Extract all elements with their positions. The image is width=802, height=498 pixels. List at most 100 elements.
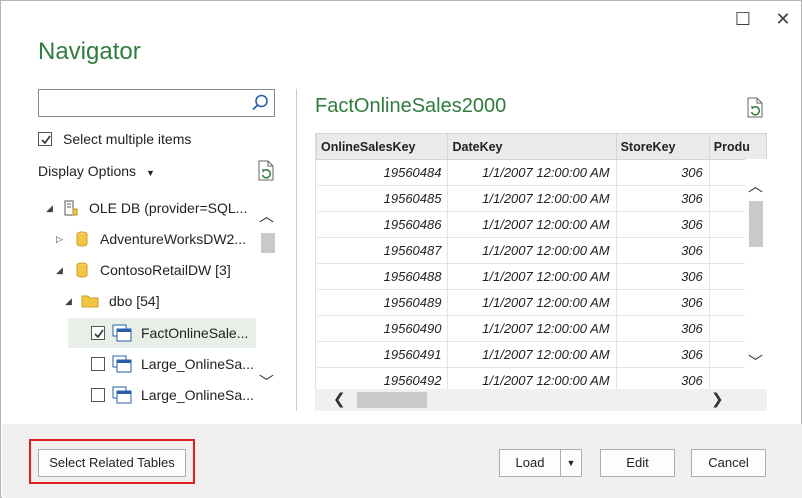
tree-scrollbar[interactable]: ︿ ﹀ — [257, 205, 277, 395]
load-dropdown-button[interactable]: ▼ — [560, 449, 582, 477]
table-cell: 306 — [616, 159, 710, 186]
close-button[interactable]: ✕ — [772, 9, 794, 29]
scroll-right-icon[interactable]: ❯ — [711, 392, 724, 408]
tree-item-label: Large_OnlineSa... — [141, 356, 254, 372]
check-icon — [94, 329, 104, 339]
preview-grid: OnlineSalesKey DateKey StoreKey Produ 19… — [315, 133, 767, 389]
table-header-row: OnlineSalesKey DateKey StoreKey Produ — [316, 133, 767, 160]
scroll-up-icon[interactable]: ︿ — [748, 179, 763, 195]
tree-item-adventureworks[interactable]: ▷ AdventureWorksDW2... — [38, 224, 258, 254]
expanded-triangle-icon[interactable]: ◢ — [46, 193, 53, 223]
table-cell: 19560491 — [316, 341, 449, 368]
tree-item-label: ContosoRetailDW [3] — [100, 262, 231, 278]
folder-icon — [81, 295, 99, 308]
edit-button[interactable]: Edit — [600, 449, 675, 477]
expanded-triangle-icon[interactable]: ◢ — [65, 286, 72, 316]
load-button[interactable]: Load — [499, 449, 561, 477]
table-row[interactable]: 19560486 1/1/2007 12:00:00 AM 306 — [316, 211, 767, 238]
grid-vertical-scrollbar[interactable]: ︿ ﹀ — [745, 159, 767, 389]
table-cell: 1/1/2007 12:00:00 AM — [447, 237, 617, 264]
table-row[interactable]: 19560487 1/1/2007 12:00:00 AM 306 — [316, 237, 767, 264]
scrollbar-thumb[interactable] — [261, 233, 275, 253]
pane-divider — [296, 89, 297, 411]
table-cell: 19560485 — [316, 185, 449, 212]
table-cell: 1/1/2007 12:00:00 AM — [447, 341, 617, 368]
refresh-icon[interactable] — [256, 160, 276, 182]
tree-item-contosoretaildw[interactable]: ◢ ContosoRetailDW [3] — [38, 255, 258, 285]
table-cell: 19560488 — [316, 263, 449, 290]
navigator-dialog: ☐ ✕ Navigator Select multiple items Disp… — [0, 0, 802, 498]
table-cell: 306 — [616, 367, 710, 389]
tree-item-large-onlinesales-1[interactable]: Large_OnlineSa... — [68, 349, 256, 379]
refresh-icon[interactable] — [745, 97, 765, 119]
table-cell: 19560487 — [316, 237, 449, 264]
check-icon — [41, 135, 51, 145]
caret-down-icon: ▼ — [566, 458, 576, 468]
table-checkbox[interactable] — [91, 357, 105, 371]
table-cell: 306 — [616, 289, 710, 316]
scroll-down-icon[interactable]: ﹀ — [259, 375, 274, 391]
scrollbar-thumb[interactable] — [749, 201, 763, 247]
table-cell: 306 — [616, 263, 710, 290]
table-cell: 306 — [616, 211, 710, 238]
table-row[interactable]: 19560485 1/1/2007 12:00:00 AM 306 — [316, 185, 767, 212]
table-row[interactable]: 19560489 1/1/2007 12:00:00 AM 306 — [316, 289, 767, 316]
select-multiple-checkbox[interactable] — [38, 132, 52, 146]
search-icon[interactable] — [250, 93, 270, 113]
table-cell: 1/1/2007 12:00:00 AM — [447, 159, 617, 186]
highlight-box — [29, 439, 195, 484]
collapsed-triangle-icon[interactable]: ▷ — [56, 224, 63, 254]
tree-item-label: AdventureWorksDW2... — [100, 231, 247, 247]
table-cell: 1/1/2007 12:00:00 AM — [447, 211, 617, 238]
tree-item-large-onlinesales-2[interactable]: Large_OnlineSa... — [68, 380, 256, 410]
database-icon — [76, 231, 88, 247]
tree-item-label: Large_OnlineSa... — [141, 387, 254, 403]
column-header[interactable]: OnlineSalesKey — [316, 133, 449, 160]
tree-item-factonlinesales[interactable]: FactOnlineSale... — [68, 318, 256, 348]
caret-down-icon: ▼ — [145, 168, 155, 178]
table-cell: 306 — [616, 237, 710, 264]
table-row[interactable]: 19560484 1/1/2007 12:00:00 AM 306 — [316, 159, 767, 186]
table-cell: 19560489 — [316, 289, 449, 316]
tree-item-label: OLE DB (provider=SQL... — [89, 200, 248, 216]
column-header[interactable]: StoreKey — [615, 133, 710, 160]
navigator-tree: ◢ OLE DB (provider=SQL... ▷ AdventureWor… — [38, 193, 277, 413]
tree-item-dbo[interactable]: ◢ dbo [54] — [38, 286, 258, 316]
dialog-title: Navigator — [38, 38, 141, 65]
table-row[interactable]: 19560488 1/1/2007 12:00:00 AM 306 — [316, 263, 767, 290]
table-cell: 19560486 — [316, 211, 449, 238]
table-row[interactable]: 19560492 1/1/2007 12:00:00 AM 306 — [316, 367, 767, 389]
tree-item-oledb[interactable]: ◢ OLE DB (provider=SQL... — [38, 193, 258, 223]
maximize-button[interactable]: ☐ — [732, 9, 754, 29]
table-cell: 19560484 — [316, 159, 449, 186]
scroll-down-icon[interactable]: ﹀ — [748, 355, 763, 371]
grid-horizontal-scrollbar[interactable]: ❮ ❯ — [315, 389, 767, 411]
table-icon — [112, 324, 132, 342]
column-header[interactable]: DateKey — [447, 133, 617, 160]
table-cell: 1/1/2007 12:00:00 AM — [447, 185, 617, 212]
scroll-left-icon[interactable]: ❮ — [333, 392, 346, 408]
search-input[interactable] — [38, 89, 275, 117]
table-checkbox[interactable] — [91, 326, 105, 340]
display-options-dropdown[interactable]: Display Options ▼ — [38, 163, 155, 179]
table-icon — [112, 386, 132, 404]
table-cell: 19560490 — [316, 315, 449, 342]
tree-item-label: dbo [54] — [109, 293, 160, 309]
table-checkbox[interactable] — [91, 388, 105, 402]
cancel-button[interactable]: Cancel — [691, 449, 766, 477]
server-icon — [64, 200, 78, 216]
table-row[interactable]: 19560491 1/1/2007 12:00:00 AM 306 — [316, 341, 767, 368]
scroll-up-icon[interactable]: ︿ — [259, 209, 274, 225]
table-cell: 306 — [616, 185, 710, 212]
table-cell: 1/1/2007 12:00:00 AM — [447, 315, 617, 342]
table-row[interactable]: 19560490 1/1/2007 12:00:00 AM 306 — [316, 315, 767, 342]
expanded-triangle-icon[interactable]: ◢ — [56, 255, 63, 285]
table-cell: 1/1/2007 12:00:00 AM — [447, 263, 617, 290]
table-cell: 1/1/2007 12:00:00 AM — [447, 289, 617, 316]
select-multiple-label: Select multiple items — [63, 131, 192, 147]
table-cell: 306 — [616, 315, 710, 342]
column-header[interactable]: Produ — [708, 133, 767, 160]
tree-item-label: FactOnlineSale... — [141, 325, 249, 341]
scrollbar-thumb[interactable] — [357, 392, 427, 408]
table-icon — [112, 355, 132, 373]
